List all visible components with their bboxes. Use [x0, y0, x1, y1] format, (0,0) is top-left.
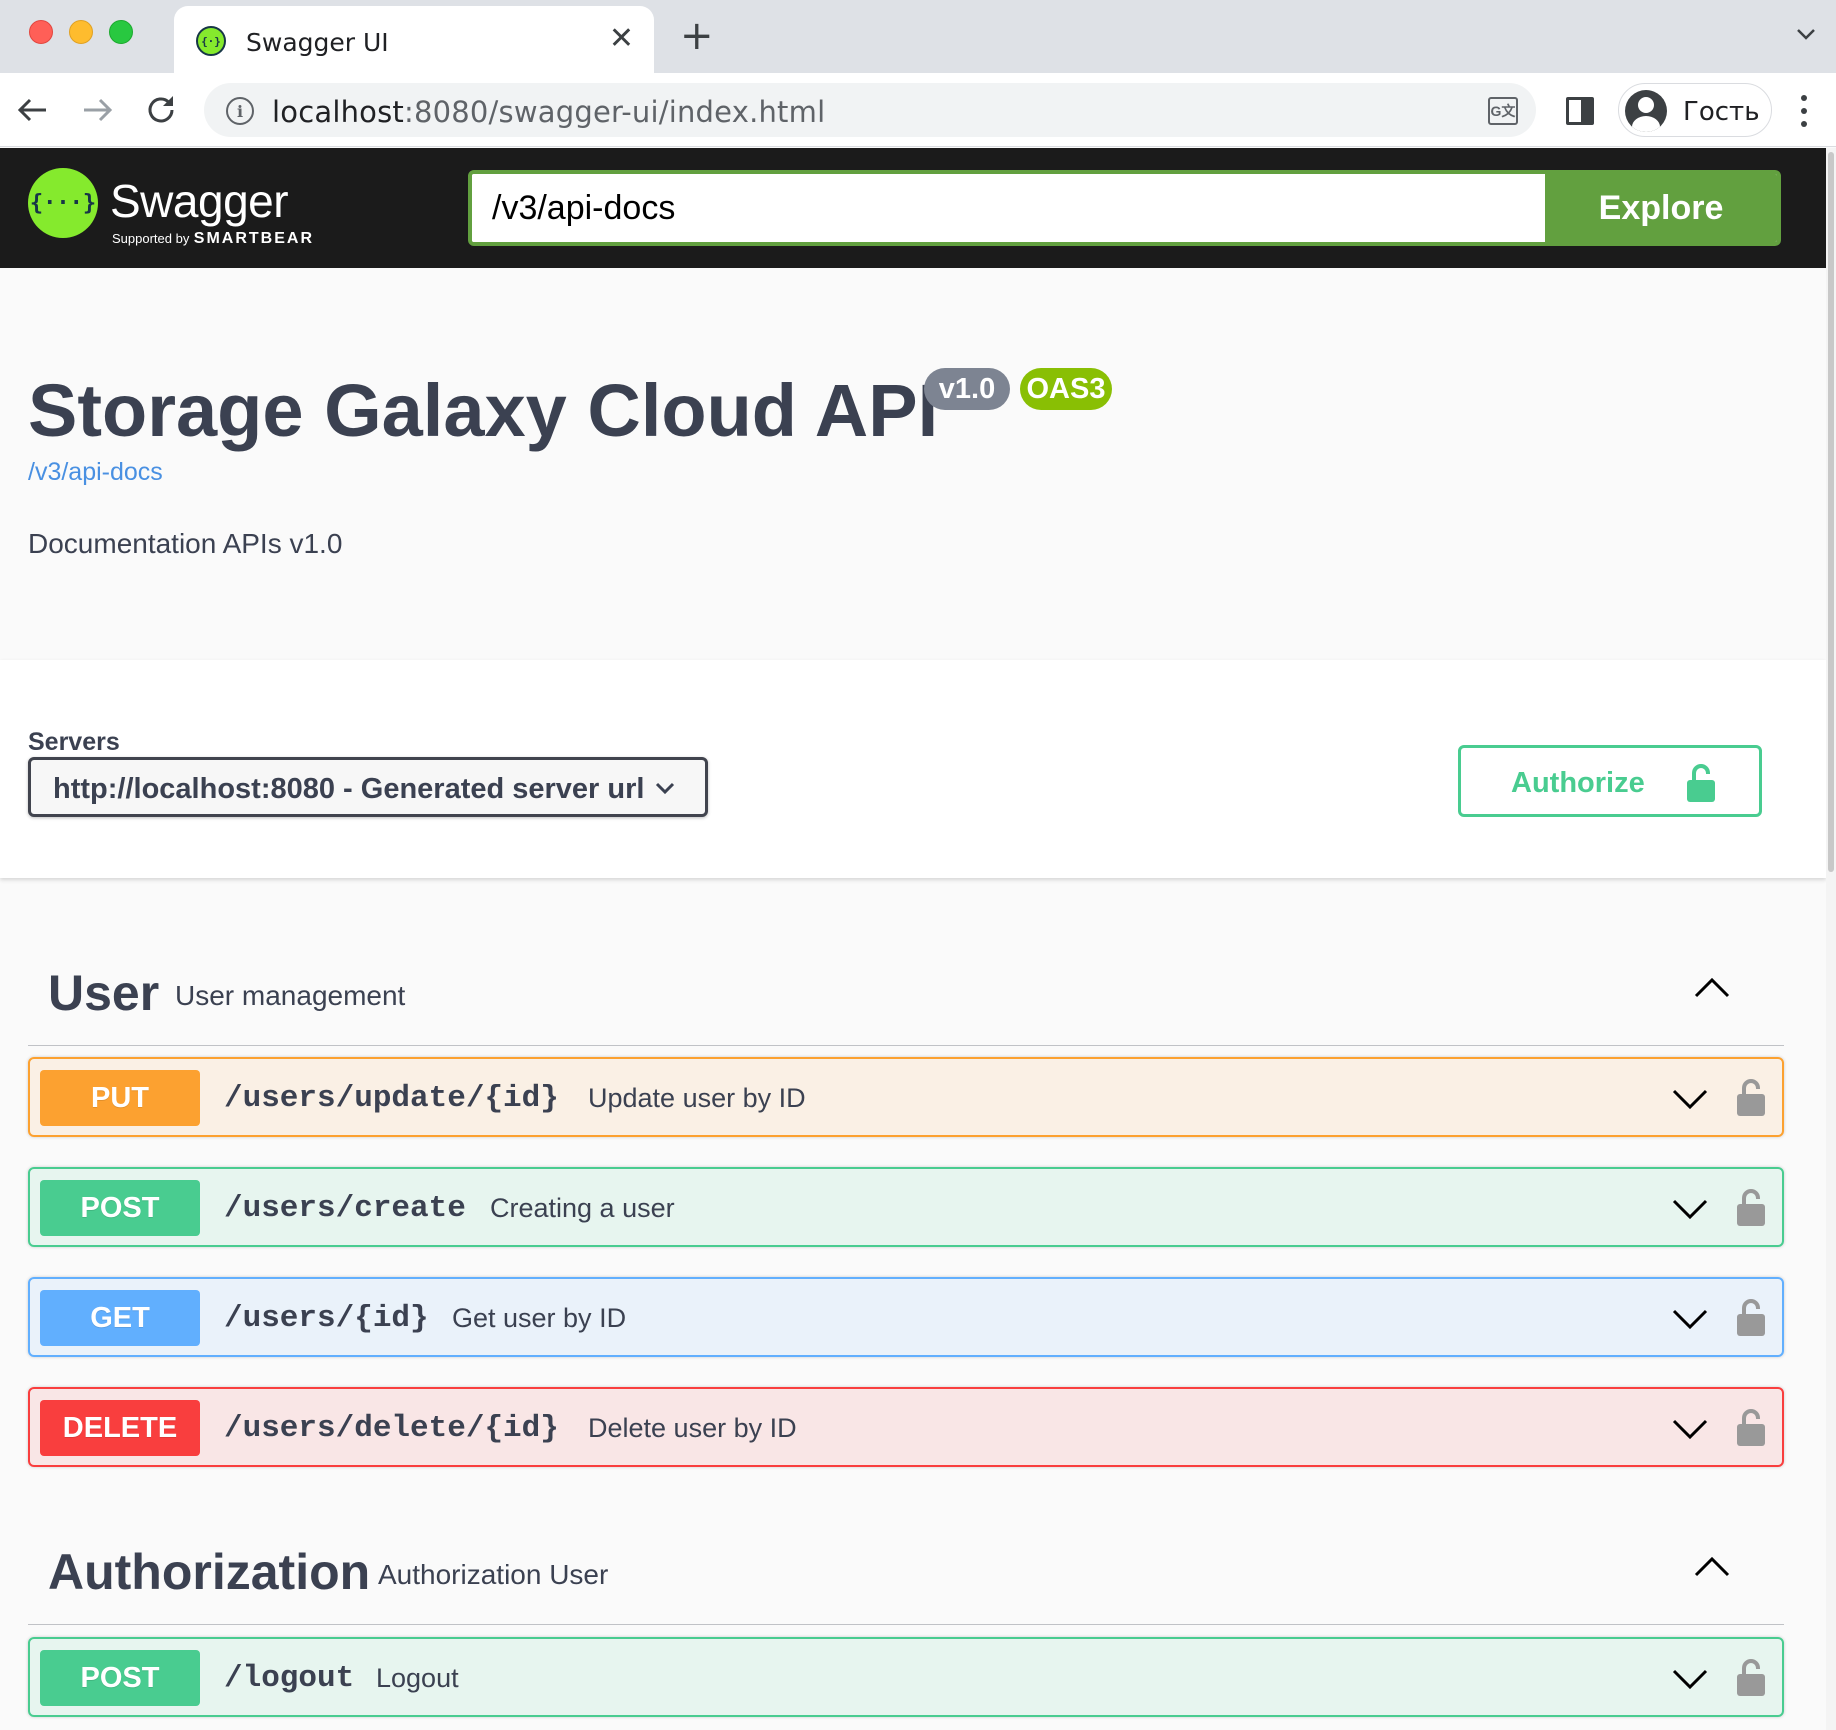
- back-icon[interactable]: [14, 91, 52, 129]
- swagger-logo-subtitle: Supported by SMARTBEAR: [112, 230, 315, 247]
- operation-get-users-id[interactable]: GET /users/{id} Get user by ID: [28, 1277, 1784, 1357]
- chevron-down-icon: [655, 782, 675, 795]
- operation-delete-users-delete[interactable]: DELETE /users/delete/{id} Delete user by…: [28, 1387, 1784, 1467]
- forward-icon[interactable]: [78, 91, 116, 129]
- operation-post-logout[interactable]: POST /logout Logout: [28, 1637, 1784, 1717]
- lock-icon[interactable]: [1736, 1077, 1766, 1117]
- scrollbar-thumb[interactable]: [1828, 152, 1834, 872]
- address-bar-url[interactable]: localhost:8080/swagger-ui/index.html: [272, 95, 825, 129]
- chevron-up-icon[interactable]: [1692, 972, 1732, 1002]
- reload-icon[interactable]: [142, 91, 180, 129]
- lock-icon[interactable]: [1736, 1187, 1766, 1227]
- method-badge: POST: [40, 1180, 200, 1236]
- authorize-label: Authorize: [1511, 767, 1645, 799]
- operation-path: /users/{id}: [224, 1301, 429, 1336]
- translate-icon[interactable]: G文: [1488, 97, 1518, 125]
- new-tab-icon[interactable]: +: [680, 16, 714, 56]
- method-badge: GET: [40, 1290, 200, 1346]
- operation-path: /logout: [224, 1661, 355, 1696]
- operation-summary: Update user by ID: [588, 1083, 806, 1113]
- tag-header-user[interactable]: User User management: [28, 934, 1784, 1046]
- address-bar[interactable]: i localhost:8080/swagger-ui/index.html G…: [204, 83, 1536, 137]
- operation-path: /users/create: [224, 1191, 466, 1226]
- servers-label: Servers: [28, 728, 120, 756]
- spec-link[interactable]: /v3/api-docs: [28, 458, 163, 487]
- chevron-down-icon[interactable]: [1672, 1667, 1708, 1691]
- close-tab-icon[interactable]: ✕: [609, 24, 634, 54]
- profile-button[interactable]: Гость: [1618, 83, 1772, 137]
- window-zoom-button[interactable]: [109, 20, 133, 44]
- api-description: Documentation APIs v1.0: [28, 528, 343, 559]
- tag-header-authorization[interactable]: Authorization Authorization User: [28, 1513, 1784, 1625]
- operation-path: /users/delete/{id}: [224, 1411, 559, 1446]
- method-badge: DELETE: [40, 1400, 200, 1456]
- scheme-container: Servers http://localhost:8080 - Generate…: [0, 660, 1826, 878]
- tag-description: User management: [175, 980, 406, 1011]
- chevron-down-icon[interactable]: [1672, 1087, 1708, 1111]
- browser-tab-bar: {·} Swagger UI ✕ +: [0, 0, 1836, 73]
- more-menu-icon[interactable]: [1800, 95, 1808, 127]
- tab-list-icon[interactable]: [1794, 22, 1818, 46]
- operation-post-users-create[interactable]: POST /users/create Creating a user: [28, 1167, 1784, 1247]
- swagger-logo-text[interactable]: Swagger: [110, 174, 289, 228]
- browser-toolbar: i localhost:8080/swagger-ui/index.html G…: [0, 73, 1836, 147]
- tag-name: Authorization: [48, 1544, 371, 1600]
- profile-name: Гость: [1683, 97, 1760, 127]
- version-badge: v1.0: [924, 368, 1010, 410]
- lock-icon[interactable]: [1736, 1407, 1766, 1447]
- side-panel-icon[interactable]: [1566, 97, 1594, 125]
- lock-icon[interactable]: [1736, 1657, 1766, 1697]
- tab-title: Swagger UI: [246, 28, 389, 57]
- operation-summary: Get user by ID: [452, 1303, 627, 1333]
- oas-badge: OAS3: [1020, 368, 1112, 410]
- info-icon[interactable]: i: [226, 97, 254, 125]
- api-title: Storage Galaxy Cloud API: [28, 369, 939, 452]
- swagger-topbar: {···} Swagger Supported by SMARTBEAR Exp…: [0, 148, 1836, 268]
- tag-name: User: [48, 965, 160, 1021]
- operation-summary: Logout: [376, 1663, 459, 1693]
- operation-path: /users/update/{id}: [224, 1081, 559, 1116]
- spec-url-input[interactable]: [472, 174, 1545, 242]
- explore-button[interactable]: Explore: [1545, 174, 1777, 242]
- spec-url-form: Explore: [468, 170, 1781, 246]
- chevron-up-icon[interactable]: [1692, 1551, 1732, 1581]
- operation-summary: Creating a user: [490, 1193, 675, 1223]
- chevron-down-icon[interactable]: [1672, 1417, 1708, 1441]
- chevron-down-icon[interactable]: [1672, 1197, 1708, 1221]
- unlocked-icon: [1687, 764, 1715, 802]
- lock-icon[interactable]: [1736, 1297, 1766, 1337]
- operation-summary: Delete user by ID: [588, 1413, 797, 1443]
- operation-put-users-update[interactable]: PUT /users/update/{id} Update user by ID: [28, 1057, 1784, 1137]
- swagger-favicon-icon: {·}: [196, 26, 226, 56]
- method-badge: PUT: [40, 1070, 200, 1126]
- servers-select[interactable]: http://localhost:8080 - Generated server…: [28, 757, 708, 817]
- profile-avatar-icon: [1625, 90, 1667, 132]
- servers-selected-value: http://localhost:8080 - Generated server…: [53, 773, 645, 805]
- method-badge: POST: [40, 1650, 200, 1706]
- browser-tab-active[interactable]: {·} Swagger UI ✕: [174, 6, 654, 73]
- window-minimize-button[interactable]: [69, 20, 93, 44]
- chevron-down-icon[interactable]: [1672, 1307, 1708, 1331]
- window-close-button[interactable]: [29, 20, 53, 44]
- authorize-button[interactable]: Authorize: [1458, 745, 1762, 817]
- swagger-logo-icon[interactable]: {···}: [28, 168, 98, 238]
- tag-description: Authorization User: [378, 1559, 609, 1590]
